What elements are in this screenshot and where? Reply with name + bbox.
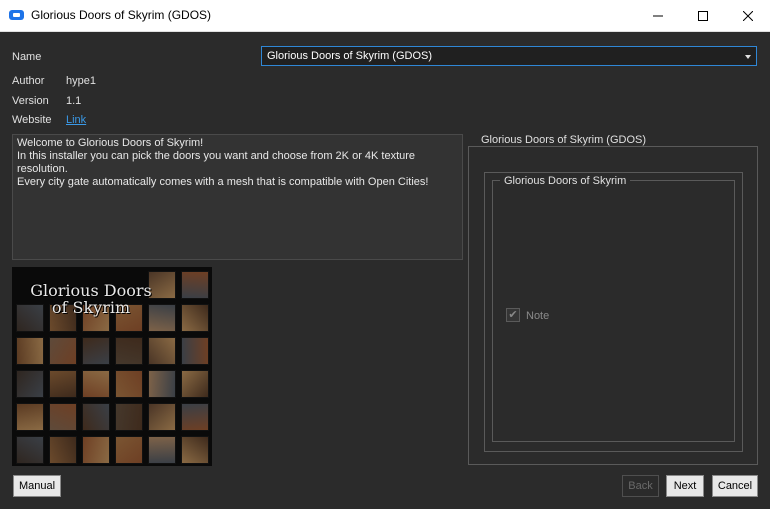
close-button[interactable] xyxy=(725,0,770,31)
note-label: Note xyxy=(526,310,550,322)
preview-thumbnail xyxy=(16,436,44,464)
maximize-button[interactable] xyxy=(680,0,725,31)
preview-thumbnail xyxy=(49,403,77,431)
preview-thumbnail xyxy=(82,403,110,431)
chevron-down-icon xyxy=(745,55,751,59)
website-label: Website xyxy=(12,114,52,126)
preview-title: Glorious Doors of Skyrim xyxy=(16,282,166,316)
title-bar: Glorious Doors of Skyrim (GDOS) xyxy=(0,0,770,32)
author-value: hype1 xyxy=(66,75,96,87)
preview-thumbnail xyxy=(181,271,209,299)
close-icon xyxy=(742,10,753,21)
preview-thumbnail xyxy=(82,436,110,464)
preview-thumbnail xyxy=(181,370,209,398)
author-label: Author xyxy=(12,75,45,87)
cancel-button[interactable]: Cancel xyxy=(712,475,758,497)
description-line-1: Welcome to Glorious Doors of Skyrim! xyxy=(17,137,204,149)
note-checkbox[interactable]: ✔ xyxy=(506,308,520,322)
description-box[interactable]: Welcome to Glorious Doors of Skyrim! In … xyxy=(12,134,463,260)
description-line-3: Every city gate automatically comes with… xyxy=(17,176,429,188)
manual-button[interactable]: Manual xyxy=(13,475,61,497)
preview-title-line-2: of Skyrim xyxy=(51,298,131,317)
preview-thumbnail xyxy=(82,337,110,365)
preview-thumbnail xyxy=(148,370,176,398)
preview-thumbnail xyxy=(181,337,209,365)
preview-thumbnail xyxy=(181,403,209,431)
preview-thumbnail xyxy=(148,403,176,431)
description-line-2: In this installer you can pick the doors… xyxy=(17,150,419,175)
preview-thumbnail xyxy=(82,370,110,398)
maximize-icon xyxy=(697,10,708,21)
window-title: Glorious Doors of Skyrim (GDOS) xyxy=(31,8,212,22)
preview-thumbnail xyxy=(115,370,143,398)
preview-thumbnail xyxy=(181,304,209,332)
name-select[interactable]: Glorious Doors of Skyrim (GDOS) xyxy=(261,46,757,66)
version-value: 1.1 xyxy=(66,95,82,107)
name-label: Name xyxy=(12,51,42,63)
next-button[interactable]: Next xyxy=(666,475,704,497)
option-group-title: Glorious Doors of Skyrim xyxy=(500,175,631,187)
preview-thumbnail xyxy=(181,436,209,464)
preview-thumbnail xyxy=(16,337,44,365)
preview-thumbnail xyxy=(148,436,176,464)
checkmark-icon: ✔ xyxy=(508,309,518,321)
minimize-icon xyxy=(652,15,663,16)
preview-thumbnail xyxy=(115,436,143,464)
app-icon xyxy=(9,10,24,20)
preview-thumbnail xyxy=(115,337,143,365)
preview-thumbnail xyxy=(16,403,44,431)
version-label: Version xyxy=(12,95,49,107)
preview-thumbnail xyxy=(49,370,77,398)
plugin-group-title: Glorious Doors of Skyrim (GDOS) xyxy=(478,134,650,146)
name-select-value: Glorious Doors of Skyrim (GDOS) xyxy=(267,50,433,62)
preview-thumbnail xyxy=(115,403,143,431)
preview-image: Glorious Doors of Skyrim xyxy=(12,267,212,466)
minimize-button[interactable] xyxy=(635,0,680,31)
website-link[interactable]: Link xyxy=(66,114,86,126)
preview-thumbnail xyxy=(148,337,176,365)
preview-thumbnail xyxy=(16,370,44,398)
preview-thumbnail xyxy=(49,337,77,365)
preview-title-line-1: Glorious Doors xyxy=(30,281,152,300)
back-button[interactable]: Back xyxy=(622,475,659,497)
preview-thumbnail xyxy=(49,436,77,464)
